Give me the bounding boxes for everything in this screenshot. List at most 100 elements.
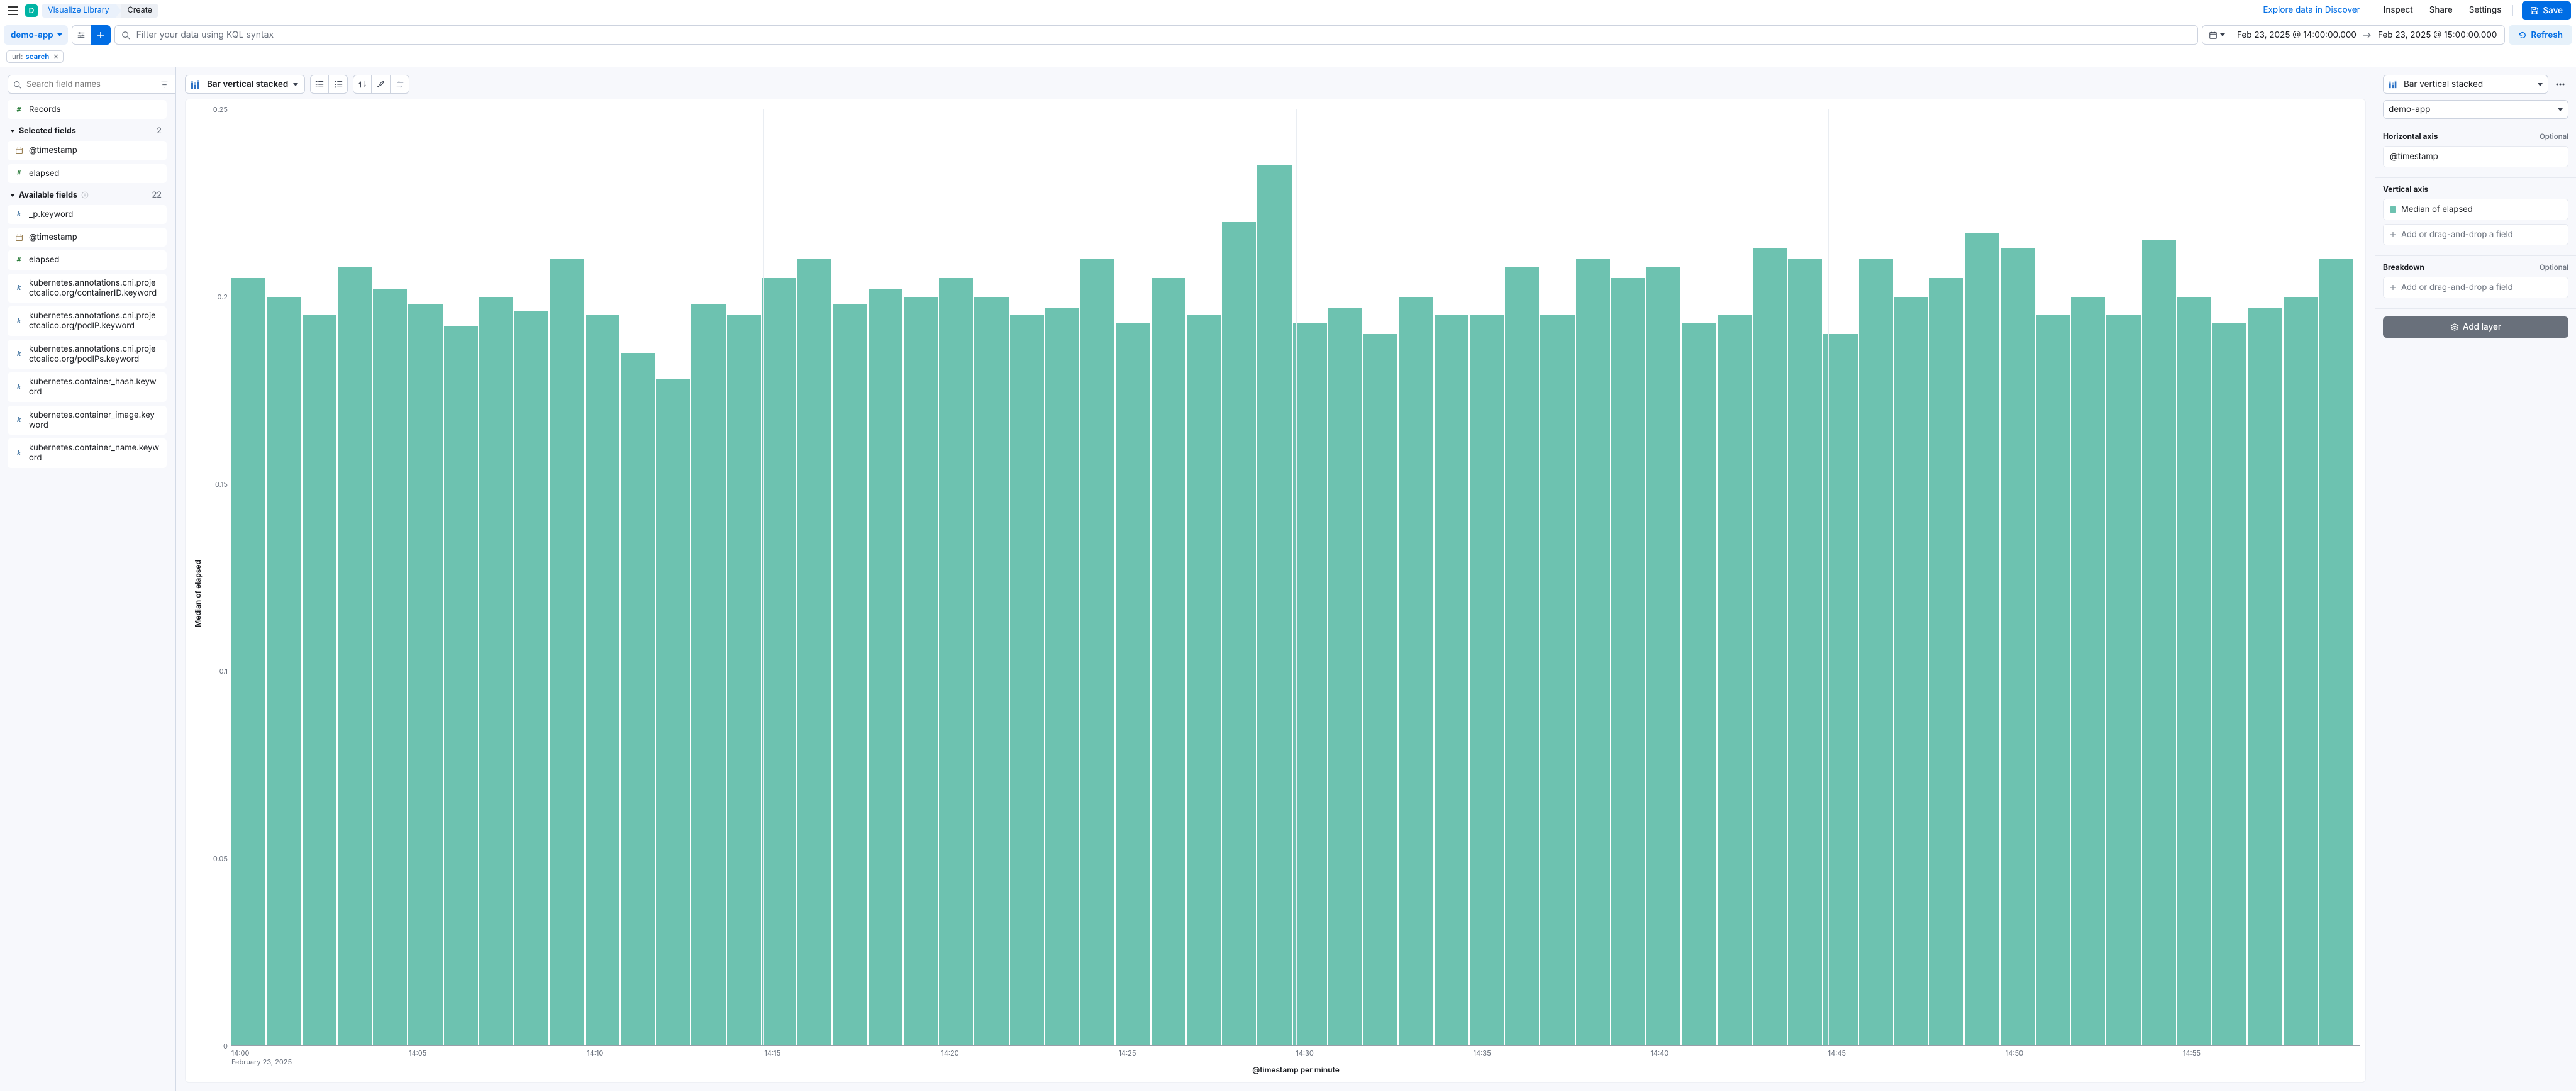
refresh-button[interactable]: Refresh	[2509, 25, 2572, 45]
bar[interactable]	[904, 297, 938, 1045]
layer-dataview-select[interactable]: demo-app	[2383, 100, 2568, 119]
bar[interactable]	[479, 297, 513, 1045]
bar[interactable]	[1152, 278, 1185, 1045]
bar[interactable]	[1435, 315, 1468, 1045]
bar[interactable]	[2177, 297, 2211, 1045]
bar[interactable]	[1540, 315, 1574, 1045]
bar[interactable]	[1611, 278, 1645, 1045]
bar[interactable]	[727, 315, 761, 1045]
bar[interactable]	[303, 315, 336, 1045]
field-item[interactable]: @timestamp	[8, 141, 167, 160]
available-fields-section[interactable]: Available fields 22	[5, 187, 169, 205]
bar[interactable]	[762, 278, 796, 1045]
query-input[interactable]	[114, 25, 2198, 45]
selected-fields-section[interactable]: Selected fields 2	[5, 123, 169, 141]
bar[interactable]	[1399, 297, 1433, 1045]
bar[interactable]	[1010, 315, 1044, 1045]
nav-menu-button[interactable]	[5, 3, 21, 19]
bar[interactable]	[939, 278, 973, 1045]
bar[interactable]	[1257, 165, 1291, 1045]
bar[interactable]	[1293, 323, 1327, 1045]
filter-options-button[interactable]	[72, 25, 91, 45]
inspect-button[interactable]: Inspect	[2376, 3, 2421, 19]
field-item[interactable]: kkubernetes.container_hash.keyword	[8, 372, 167, 402]
add-filter-button[interactable]	[91, 25, 111, 45]
settings-button[interactable]: Settings	[2462, 3, 2509, 19]
bar[interactable]	[869, 289, 902, 1045]
bar[interactable]	[1929, 278, 1963, 1045]
bar[interactable]	[444, 326, 478, 1045]
bar[interactable]	[1187, 315, 1221, 1045]
field-item[interactable]: @timestamp	[8, 228, 167, 247]
breakdown-add-field[interactable]: Add or drag-and-drop a field	[2383, 277, 2568, 298]
bar[interactable]	[1965, 233, 1999, 1045]
bar[interactable]	[408, 304, 442, 1045]
bar[interactable]	[1470, 315, 1504, 1045]
bar[interactable]	[797, 259, 831, 1045]
explore-discover-link[interactable]: Explore data in Discover	[2255, 3, 2367, 19]
records-field[interactable]: # Records	[8, 100, 167, 119]
field-item[interactable]: #elapsed	[8, 164, 167, 183]
text-options-button[interactable]	[372, 75, 391, 94]
dataview-selector[interactable]: demo-app	[4, 25, 68, 45]
field-item[interactable]: kkubernetes.annotations.cni.projectcalic…	[8, 306, 167, 336]
bar[interactable]	[231, 278, 265, 1045]
vis-type-picker[interactable]: Bar vertical stacked	[185, 75, 305, 94]
bar[interactable]	[621, 353, 655, 1045]
add-layer-button[interactable]: Add layer	[2383, 316, 2568, 338]
axes-button[interactable]	[329, 75, 348, 94]
haxis-dimension[interactable]: @timestamp	[2383, 146, 2568, 167]
bar[interactable]	[550, 259, 584, 1045]
bar[interactable]	[833, 304, 867, 1045]
field-item[interactable]: k_p.keyword	[8, 205, 167, 224]
bar[interactable]	[1753, 248, 1787, 1045]
field-item[interactable]: #elapsed	[8, 250, 167, 269]
bar[interactable]	[2142, 240, 2176, 1045]
bar[interactable]	[656, 379, 690, 1045]
vaxis-add-metric[interactable]: Add or drag-and-drop a field	[2383, 224, 2568, 245]
remove-filter-button[interactable]	[52, 53, 60, 60]
vaxis-metric[interactable]: Median of elapsed	[2383, 199, 2568, 220]
bar[interactable]	[1505, 267, 1539, 1045]
bar[interactable]	[1682, 323, 1716, 1045]
bar[interactable]	[373, 289, 407, 1045]
field-search-input[interactable]	[8, 75, 160, 94]
bar[interactable]	[1859, 259, 1893, 1045]
field-item[interactable]: kkubernetes.annotations.cni.projectcalic…	[8, 340, 167, 369]
save-button[interactable]: Save	[2522, 1, 2571, 20]
bar[interactable]	[514, 311, 548, 1045]
layer-menu-button[interactable]	[2552, 75, 2568, 94]
bar[interactable]	[1222, 222, 1256, 1045]
bar[interactable]	[2319, 259, 2353, 1045]
bar[interactable]	[1718, 315, 1752, 1045]
active-filter-pill[interactable]: url: search	[6, 50, 64, 63]
query-text-field[interactable]	[135, 29, 2191, 41]
field-item[interactable]: kkubernetes.container_name.keyword	[8, 438, 167, 468]
bar[interactable]	[2284, 297, 2318, 1045]
bar[interactable]	[1894, 297, 1928, 1045]
bar[interactable]	[1080, 259, 1114, 1045]
bar[interactable]	[2001, 248, 2035, 1045]
breadcrumb-link[interactable]: Visualize Library	[42, 4, 116, 18]
bar[interactable]	[1576, 259, 1610, 1045]
bar[interactable]	[338, 267, 372, 1045]
density-button[interactable]	[391, 75, 409, 94]
bar[interactable]	[691, 304, 725, 1045]
bar[interactable]	[1363, 334, 1397, 1045]
bar[interactable]	[2106, 315, 2140, 1045]
field-item[interactable]: kkubernetes.annotations.cni.projectcalic…	[8, 274, 167, 303]
bar[interactable]	[1045, 308, 1079, 1045]
share-button[interactable]: Share	[2422, 3, 2460, 19]
bar[interactable]	[586, 315, 619, 1045]
bar[interactable]	[2212, 323, 2246, 1045]
bar[interactable]	[974, 297, 1008, 1045]
bar[interactable]	[1646, 267, 1680, 1045]
legend-button[interactable]	[310, 75, 329, 94]
bar[interactable]	[1116, 323, 1150, 1045]
bar[interactable]	[1788, 259, 1822, 1045]
visual-options-button[interactable]	[353, 75, 372, 94]
bar[interactable]	[2248, 308, 2282, 1045]
avatar[interactable]: D	[25, 4, 38, 17]
field-item[interactable]: kkubernetes.container_image.keyword	[8, 406, 167, 435]
layer-vis-type-select[interactable]: Bar vertical stacked	[2383, 75, 2548, 94]
